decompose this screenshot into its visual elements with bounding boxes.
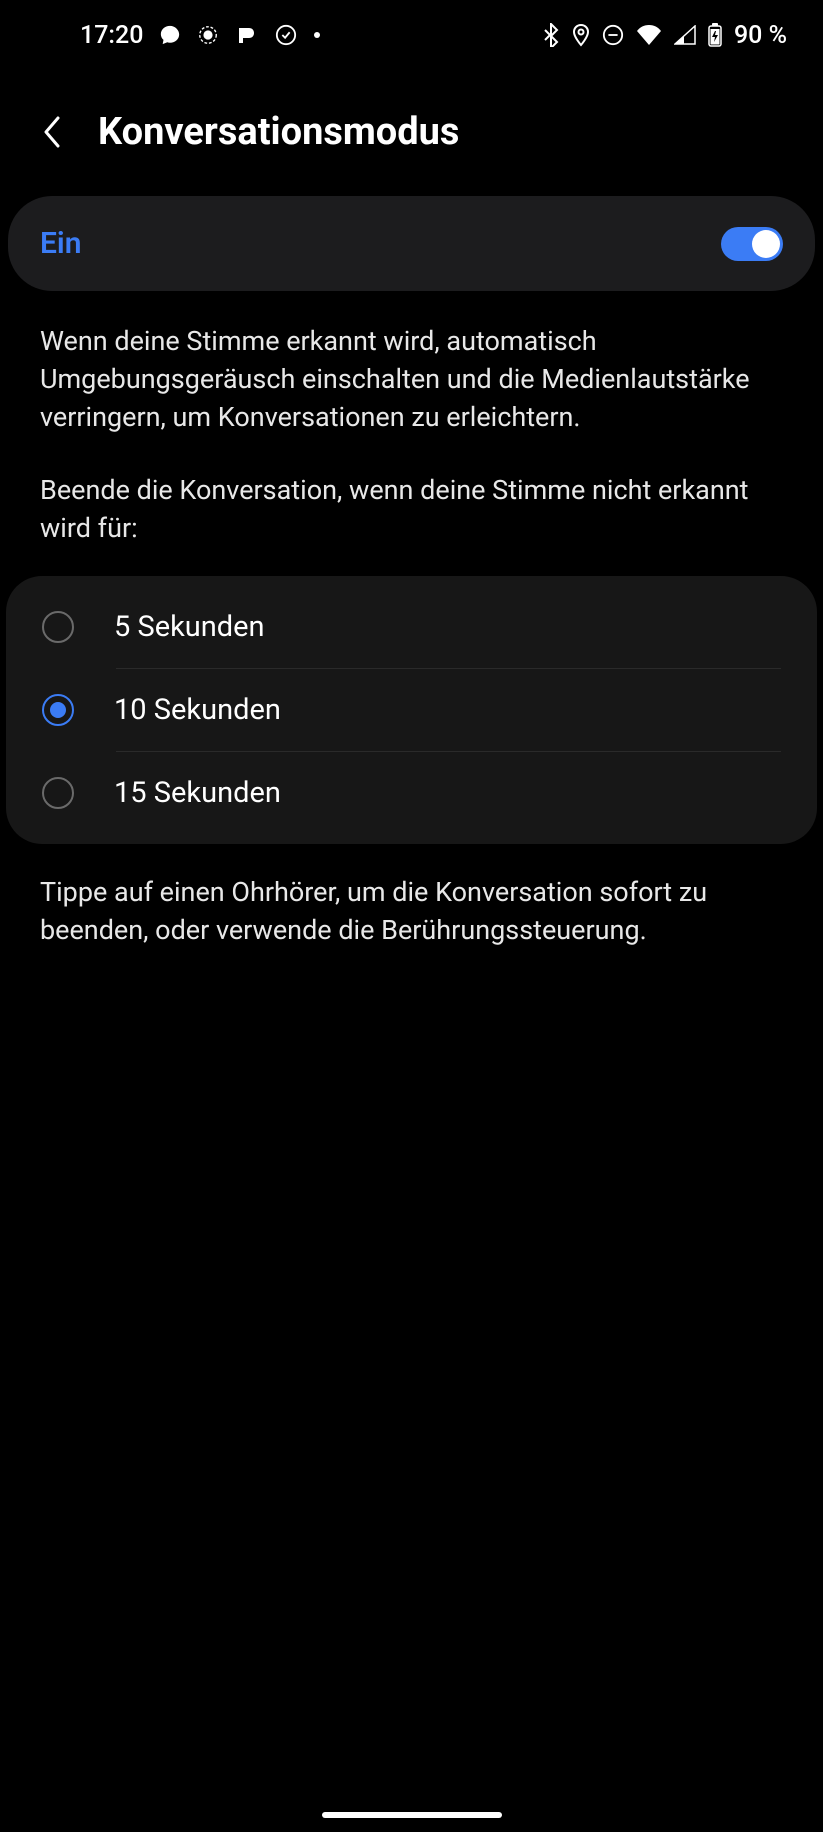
- radio-option-5s[interactable]: 5 Sekunden: [6, 586, 817, 668]
- location-icon: [572, 23, 590, 47]
- status-bar-right: 90 %: [542, 21, 787, 50]
- toggle-knob: [752, 230, 780, 258]
- footer-text: Tippe auf einen Ohrhörer, um die Konvers…: [0, 844, 823, 980]
- battery-percent: 90 %: [734, 21, 787, 50]
- description-text-1: Wenn deine Stimme erkannt wird, automati…: [0, 291, 823, 452]
- dnd-icon: [602, 24, 624, 46]
- signal-icon: [674, 25, 696, 45]
- wifi-icon: [636, 25, 662, 45]
- radio-options-card: 5 Sekunden 10 Sekunden 15 Sekunden: [6, 576, 817, 844]
- chat-icon: [159, 24, 181, 46]
- status-bar-left: 17:20: [80, 21, 321, 50]
- chevron-left-icon: [42, 115, 62, 149]
- page-header: Konversationsmodus: [0, 60, 823, 184]
- bluetooth-icon: [542, 23, 560, 47]
- radio-button: [42, 611, 74, 643]
- toggle-row[interactable]: Ein: [8, 196, 815, 291]
- app-icon: [235, 24, 259, 46]
- radio-label: 5 Sekunden: [114, 610, 265, 644]
- dot-icon: [313, 31, 321, 39]
- radio-option-10s[interactable]: 10 Sekunden: [6, 669, 817, 751]
- radio-label: 15 Sekunden: [114, 776, 281, 810]
- back-button[interactable]: [36, 116, 68, 148]
- battery-icon: [708, 23, 722, 47]
- radio-label: 10 Sekunden: [114, 693, 281, 727]
- radio-button-selected: [42, 694, 74, 726]
- description-text-2: Beende die Konversation, wenn deine Stim…: [0, 452, 823, 576]
- navigation-bar[interactable]: [322, 1812, 502, 1818]
- toggle-label: Ein: [40, 226, 81, 261]
- radio-button: [42, 777, 74, 809]
- status-time: 17:20: [80, 21, 143, 50]
- page-title: Konversationsmodus: [98, 110, 459, 154]
- status-bar: 17:20: [0, 0, 823, 60]
- radio-option-15s[interactable]: 15 Sekunden: [6, 752, 817, 834]
- toggle-switch[interactable]: [721, 227, 783, 261]
- badge-icon: [197, 24, 219, 46]
- check-circle-icon: [275, 24, 297, 46]
